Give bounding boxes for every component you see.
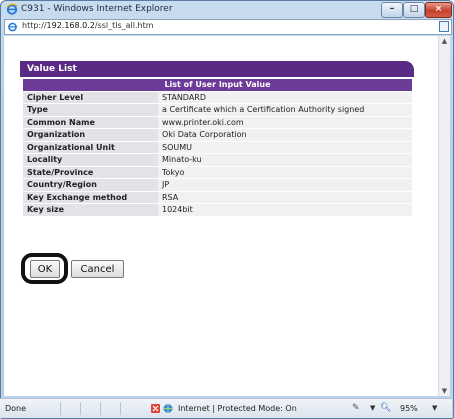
row-value: RSA	[158, 191, 412, 204]
table-row: State/Province Tokyo	[23, 166, 412, 179]
status-divider	[60, 402, 61, 415]
row-value: SOUMU	[158, 141, 412, 154]
row-value: a Certificate which a Certification Auth…	[158, 103, 412, 117]
status-bar: Done Internet | Protected Mode: On ✎ ▼ 🔍…	[0, 398, 452, 418]
row-label: Type	[23, 103, 158, 117]
status-divider	[100, 402, 101, 415]
row-label: Organization	[23, 128, 158, 142]
address-url[interactable]: http://192.168.0.2/ssl_tls_all.htm	[22, 21, 154, 30]
zoom-dropdown-icon[interactable]: ▼	[432, 404, 437, 412]
protected-mode-status[interactable]: Internet | Protected Mode: On	[178, 404, 297, 413]
internet-explorer-icon	[6, 3, 18, 15]
row-value: Minato-ku	[158, 153, 412, 167]
status-text: Done	[5, 404, 27, 413]
tools-icon[interactable]: ✎	[352, 403, 368, 414]
row-label: Organizational Unit	[23, 141, 158, 154]
row-value: Oki Data Corporation	[158, 128, 412, 142]
row-label: Common Name	[23, 116, 158, 129]
table-caption-row: List of User Input Value	[23, 79, 412, 92]
url-host: 192.168.0.2	[46, 21, 95, 30]
url-path: /ssl_tls_all.htm	[94, 21, 154, 30]
table-row: Type a Certificate which a Certification …	[23, 103, 412, 117]
row-value: Tokyo	[158, 166, 412, 179]
row-label: Key size	[23, 203, 158, 217]
security-zone-icon	[151, 404, 173, 413]
table-row: Organization Oki Data Corporation	[23, 128, 412, 142]
table-caption: List of User Input Value	[23, 79, 412, 92]
table-row: Country/Region JP	[23, 178, 412, 192]
row-label: Key Exchange method	[23, 191, 158, 204]
scroll-down-icon[interactable]: ▼	[439, 386, 450, 396]
table-row: Key Exchange method RSA	[23, 191, 412, 204]
table-row: Organizational Unit SOUMU	[23, 141, 412, 154]
maximize-icon: □	[409, 4, 419, 14]
vertical-scrollbar[interactable]: ▲ ▼	[438, 36, 450, 396]
row-value: 1024bit	[158, 203, 412, 217]
address-bar[interactable]: http://192.168.0.2/ssl_tls_all.htm	[4, 19, 452, 35]
ok-button[interactable]: OK	[30, 260, 60, 278]
chevron-down-icon[interactable]: ▼	[370, 404, 375, 412]
status-divider	[80, 402, 81, 415]
row-value: JP	[158, 178, 412, 192]
row-value: www.printer.oki.com	[158, 116, 412, 129]
compatibility-view-icon[interactable]	[439, 21, 449, 32]
table-row: Common Name www.printer.oki.com	[23, 116, 412, 129]
maximize-button[interactable]: □	[403, 2, 425, 18]
row-value: STANDARD	[158, 91, 412, 104]
url-prefix: http://	[22, 21, 47, 30]
scroll-up-icon[interactable]: ▲	[439, 36, 450, 46]
value-table: List of User Input Value Cipher Level STA…	[23, 79, 412, 217]
zoom-level[interactable]: 95%	[400, 404, 418, 413]
page-favicon-icon	[8, 22, 17, 32]
minimize-button[interactable]: –	[381, 2, 403, 18]
row-label: State/Province	[23, 166, 158, 179]
close-button[interactable]: ×	[425, 2, 452, 18]
table-row: Cipher Level STANDARD	[23, 91, 412, 104]
row-label: Cipher Level	[23, 91, 158, 104]
table-row: Key size 1024bit	[23, 203, 412, 217]
zoom-icon[interactable]: 🔍︎	[380, 403, 396, 414]
minimize-icon: –	[389, 4, 395, 14]
row-label: Country/Region	[23, 178, 158, 192]
cancel-button[interactable]: Cancel	[71, 260, 124, 278]
row-label: Locality	[23, 153, 158, 167]
close-icon: ×	[434, 4, 443, 14]
title-bar[interactable]: C931 - Windows Internet Explorer – □ ×	[1, 1, 453, 18]
window-title: C931 - Windows Internet Explorer	[21, 4, 173, 14]
value-list-header: Value List	[20, 61, 414, 77]
table-row: Locality Minato-ku	[23, 153, 412, 167]
status-divider	[120, 402, 121, 415]
value-list-title: Value List	[27, 64, 77, 74]
